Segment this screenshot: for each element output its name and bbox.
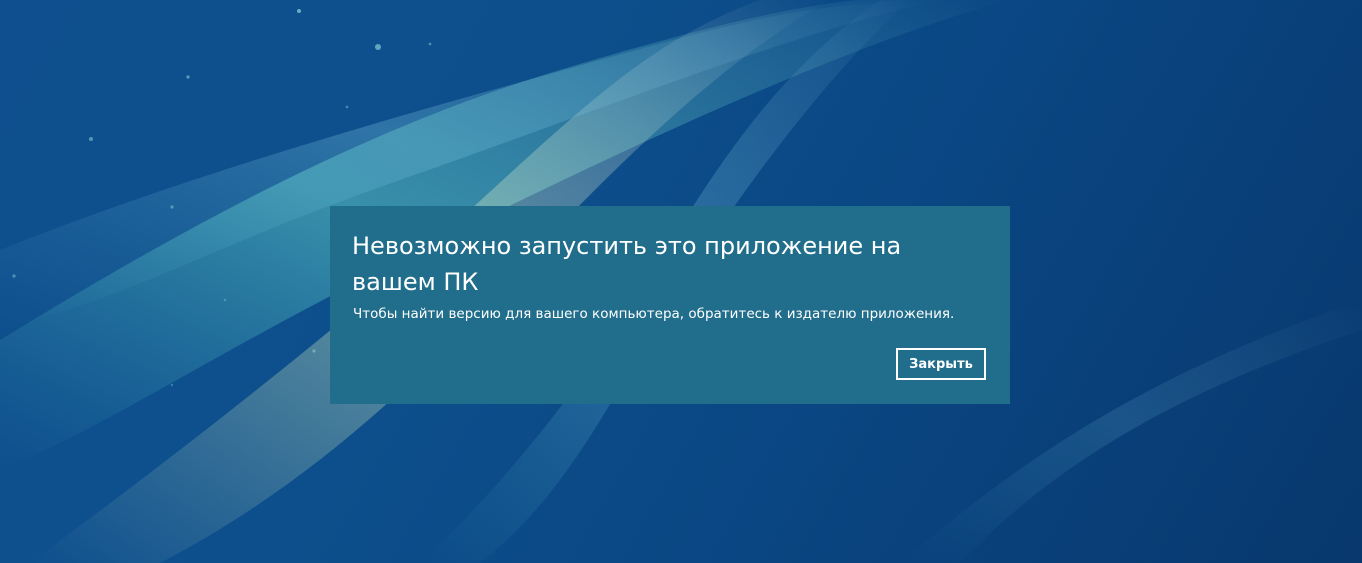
- dialog-message: Чтобы найти версию для вашего компьютера…: [353, 306, 955, 322]
- error-dialog: Невозможно запустить это приложение на в…: [330, 206, 1010, 404]
- close-button[interactable]: Закрыть: [896, 348, 986, 380]
- dialog-title: Невозможно запустить это приложение на в…: [352, 232, 902, 296]
